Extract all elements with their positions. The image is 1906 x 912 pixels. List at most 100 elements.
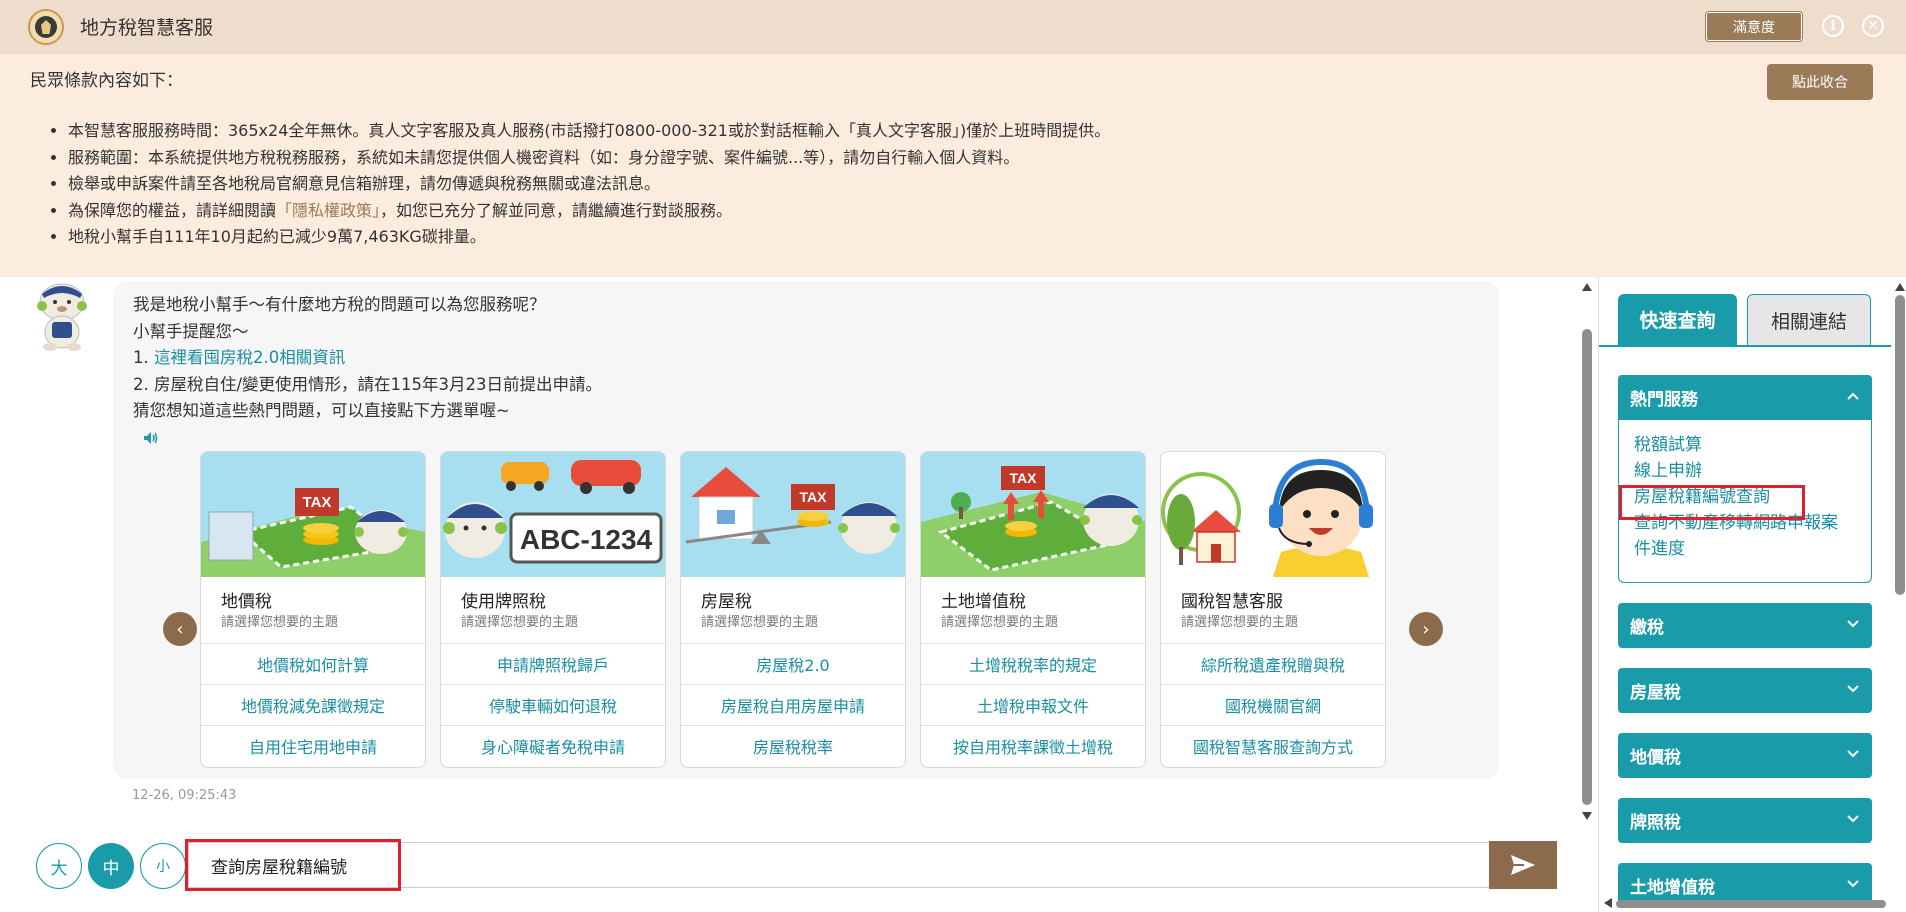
- card-subtitle: 請選擇您想要的主題: [1181, 615, 1299, 630]
- housing-tax-info-link[interactable]: 這裡看囤房稅2.0相關資訊: [154, 348, 345, 367]
- card-option[interactable]: 房屋稅2.0: [681, 643, 905, 684]
- top-bar: 地方稅智慧客服 滿意度 i ✕: [0, 0, 1906, 54]
- chevron-down-icon: [1847, 750, 1859, 758]
- speaker-icon[interactable]: [143, 431, 159, 445]
- close-icon[interactable]: ✕: [1862, 15, 1884, 37]
- land-value-tax-illustration: TAX: [201, 452, 425, 577]
- card-option[interactable]: 地價稅減免課徵規定: [201, 684, 425, 725]
- hot-link-tax-estimate[interactable]: 稅額試算: [1634, 432, 1854, 458]
- info-icon[interactable]: i: [1822, 15, 1844, 37]
- carousel-prev-button[interactable]: ‹: [163, 612, 197, 646]
- bot-message-bubble: 我是地稅小幫手～有什麼地方稅的問題可以為您服務呢？ 小幫手提醒您～ 1. 這裡看…: [113, 281, 1499, 779]
- tab-quick-query[interactable]: 快速查詢: [1618, 294, 1737, 345]
- card-option[interactable]: 自用住宅用地申請: [201, 725, 425, 766]
- card-option[interactable]: 申請牌照稅歸戶: [441, 643, 665, 684]
- scroll-thumb[interactable]: [1582, 329, 1592, 805]
- card-subtitle: 請選擇您想要的主題: [941, 615, 1059, 630]
- topic-card-land-value-tax: TAX 地價稅 請選擇您想要的主題 地價稅如何計算 地價稅減免課徵規定 自用住宅…: [200, 451, 426, 768]
- card-option[interactable]: 停駛車輛如何退稅: [441, 684, 665, 725]
- card-subtitle: 請選擇您想要的主題: [701, 615, 819, 630]
- chat-area: 我是地稅小幫手～有什麼地方稅的問題可以為您服務呢？ 小幫手提醒您～ 1. 這裡看…: [0, 277, 1598, 833]
- bureau-logo: [28, 9, 64, 45]
- terms-heading: 民眾條款內容如下：: [30, 71, 183, 91]
- hot-link-property-transfer-progress[interactable]: 查詢不動產移轉網路申報案件進度: [1634, 510, 1854, 562]
- card-option[interactable]: 身心障礙者免稅申請: [441, 725, 665, 766]
- accordion-pay-tax[interactable]: 繳稅: [1618, 603, 1872, 648]
- terms-item-privacy: 為保障您的權益，請詳細閱讀「隱私權政策」，如您已充分了解並同意，請繼續進行對談服…: [68, 198, 1768, 225]
- scroll-up-arrow-icon[interactable]: [1582, 283, 1592, 291]
- svg-text:ABC-1234: ABC-1234: [520, 524, 653, 555]
- topic-card-house-tax: TAX 房屋稅 請選擇您想要的主題 房屋稅2.0 房屋稅自用房屋申請 房屋稅稅率: [680, 451, 906, 768]
- terms-item: 服務範圍：本系統提供地方稅稅務服務，系統如未請您提供個人機密資料（如：身分證字號…: [68, 145, 1768, 172]
- prompt-text: 猜您想知道這些熱門問題，可以直接點下方選單喔~: [133, 401, 510, 420]
- scroll-left-arrow-icon[interactable]: [1604, 898, 1612, 908]
- scroll-up-arrow-icon[interactable]: [1895, 283, 1905, 291]
- chevron-down-icon: [1847, 815, 1859, 823]
- accordion-title: 土地增值稅: [1630, 878, 1715, 898]
- hot-link-online-application[interactable]: 線上申辦: [1634, 458, 1854, 484]
- svg-text:TAX: TAX: [1010, 470, 1038, 486]
- reminder-line-1: 1. 這裡看囤房稅2.0相關資訊: [133, 348, 346, 367]
- carousel-next-button[interactable]: ›: [1409, 612, 1443, 646]
- accordion-title: 熱門服務: [1630, 390, 1698, 410]
- privacy-text-before: 為保障您的權益，請詳細閱讀: [68, 200, 277, 220]
- hot-link-house-tax-id-query[interactable]: 房屋稅籍編號查詢: [1634, 484, 1854, 510]
- tab-related-links[interactable]: 相關連結: [1747, 294, 1871, 345]
- card-option[interactable]: 國稅機關官網: [1161, 684, 1385, 725]
- card-option[interactable]: 按自用稅率課徵土增稅: [921, 725, 1145, 766]
- card-option[interactable]: 土增稅申報文件: [921, 684, 1145, 725]
- card-option[interactable]: 綜所稅遺產稅贈與稅: [1161, 643, 1385, 684]
- scroll-down-arrow-icon[interactable]: [1582, 812, 1592, 820]
- scroll-thumb[interactable]: [1895, 295, 1905, 595]
- card-subtitle: 請選擇您想要的主題: [461, 615, 579, 630]
- house-tax-illustration: TAX: [681, 452, 905, 577]
- card-option[interactable]: 房屋稅稅率: [681, 725, 905, 766]
- collapse-button[interactable]: 點此收合: [1767, 64, 1873, 100]
- privacy-policy-link[interactable]: 「隱私權政策」: [276, 201, 380, 220]
- accordion-land-value-tax[interactable]: 地價稅: [1618, 733, 1872, 778]
- card-option[interactable]: 地價稅如何計算: [201, 643, 425, 684]
- terms-item: 本智慧客服服務時間：365x24全年無休。真人文字客服及真人服務(市話撥打080…: [68, 118, 1768, 145]
- card-title: 國稅智慧客服: [1181, 592, 1283, 612]
- bot-message-text: 我是地稅小幫手～有什麼地方稅的問題可以為您服務呢？ 小幫手提醒您～ 1. 這裡看…: [133, 292, 602, 425]
- sidebar-scrollbar[interactable]: [1894, 277, 1906, 912]
- font-size-small-button[interactable]: 小: [140, 843, 186, 889]
- bot-avatar: [37, 283, 87, 351]
- reminder-line-2: 2. 房屋稅自住/變更使用情形，請在115年3月23日前提出申請。: [133, 374, 603, 394]
- license-tax-illustration: ABC-1234: [441, 452, 665, 577]
- chat-input[interactable]: [188, 842, 1490, 888]
- chat-scrollbar[interactable]: [1579, 277, 1595, 825]
- satisfaction-button[interactable]: 滿意度: [1706, 12, 1802, 41]
- input-bar: 大 中 小: [0, 833, 1598, 912]
- send-icon: [1511, 855, 1535, 875]
- accordion-license-tax[interactable]: 牌照稅: [1618, 798, 1872, 843]
- sidebar-tabs: 快速查詢 相關連結: [1599, 277, 1891, 347]
- card-title: 房屋稅: [701, 592, 752, 612]
- horizontal-scroll-thumb[interactable]: [1616, 900, 1886, 908]
- greeting-text: 我是地稅小幫手～有什麼地方稅的問題可以為您服務呢？: [133, 295, 546, 314]
- card-subtitle: 請選擇您想要的主題: [221, 615, 339, 630]
- chevron-down-icon: [1847, 620, 1859, 628]
- hot-services-list: 稅額試算 線上申辦 房屋稅籍編號查詢 查詢不動產移轉網路申報案件進度: [1618, 420, 1872, 583]
- card-title: 土地增值稅: [941, 592, 1026, 612]
- card-option[interactable]: 房屋稅自用房屋申請: [681, 684, 905, 725]
- accordion-house-tax[interactable]: 房屋稅: [1618, 668, 1872, 713]
- terms-item: 地稅小幫手自111年10月起約已減少9萬7,463KG碳排量。: [68, 224, 1768, 251]
- chevron-up-icon: [1847, 392, 1859, 400]
- font-size-large-button[interactable]: 大: [36, 843, 82, 889]
- send-button[interactable]: [1489, 841, 1557, 889]
- topic-card-national-tax-service: 國稅智慧客服 請選擇您想要的主題 綜所稅遺產稅贈與稅 國稅機關官網 國稅智慧客服…: [1160, 451, 1386, 768]
- font-size-medium-button[interactable]: 中: [88, 843, 134, 889]
- svg-text:TAX: TAX: [800, 489, 828, 505]
- topic-card-land-increment-tax: TAX 土地增值稅 請選擇您想要的主題 土增稅稅率的規定 土增稅申報文件 按自用…: [920, 451, 1146, 768]
- terms-panel: 民眾條款內容如下： 點此收合 本智慧客服服務時間：365x24全年無休。真人文字…: [0, 54, 1906, 277]
- card-title: 地價稅: [221, 592, 272, 612]
- message-timestamp: 12-26, 09:25:43: [132, 788, 237, 803]
- card-option[interactable]: 土增稅稅率的規定: [921, 643, 1145, 684]
- accordion-hot-services[interactable]: 熱門服務: [1618, 375, 1872, 420]
- accordion-title: 繳稅: [1630, 618, 1664, 638]
- reminder-text: 小幫手提醒您～: [133, 321, 249, 341]
- card-option[interactable]: 國稅智慧客服查詢方式: [1161, 725, 1385, 766]
- accordion-title: 房屋稅: [1630, 683, 1681, 703]
- app-title: 地方稅智慧客服: [80, 17, 214, 39]
